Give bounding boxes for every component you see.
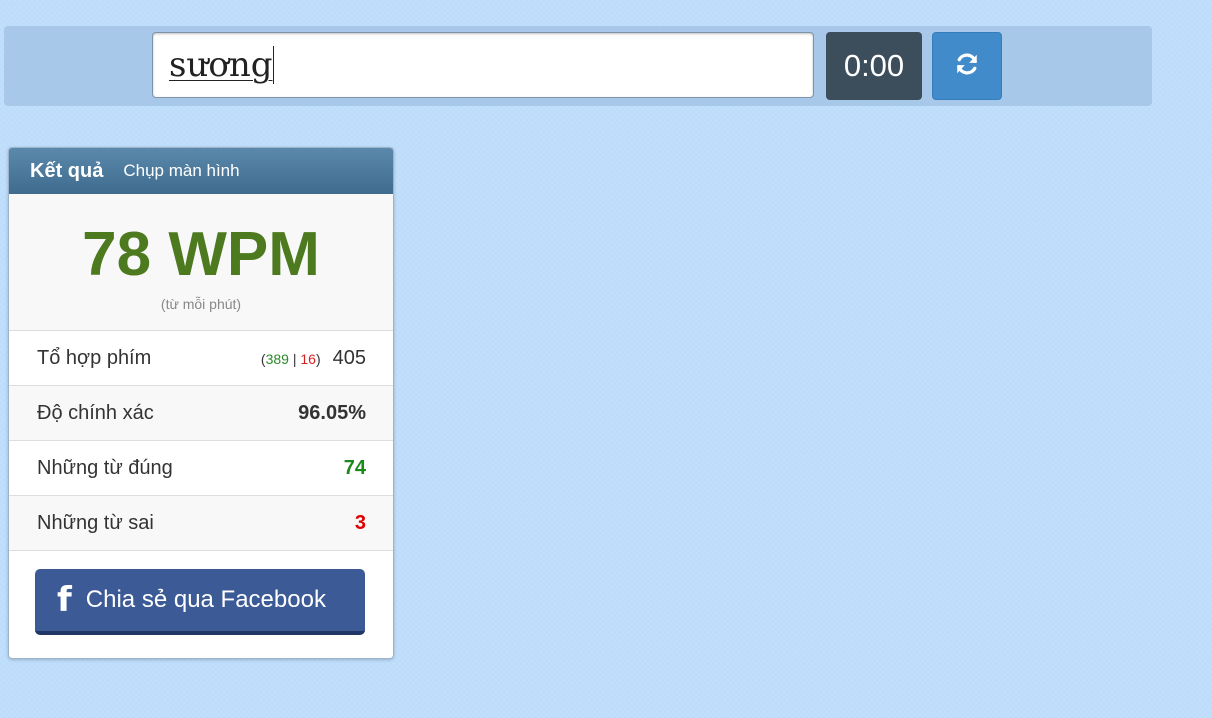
typed-text: sương xyxy=(169,45,273,85)
keystrokes-row: Tổ hợp phím (389 | 16) 405 xyxy=(9,331,393,386)
text-caret xyxy=(273,46,275,84)
typing-bar: sương 0:00 xyxy=(4,26,1152,106)
keystrokes-values: (389 | 16) 405 xyxy=(261,347,366,370)
keystrokes-total: 405 xyxy=(332,346,366,369)
facebook-share-button[interactable]: f Chia sẻ qua Facebook xyxy=(35,569,365,635)
wpm-block: 78 WPM (từ mỗi phút) xyxy=(9,194,393,331)
keystrokes-wrong: 16 xyxy=(300,350,316,367)
wpm-value: 78 WPM xyxy=(82,220,320,289)
screenshot-link[interactable]: Chụp màn hình xyxy=(123,161,239,181)
keystrokes-breakdown: (389 | 16) xyxy=(260,350,321,367)
typing-input[interactable]: sương xyxy=(152,32,814,98)
wrong-words-row: Những từ sai 3 xyxy=(9,496,393,551)
result-title: Kết quả xyxy=(30,159,104,182)
wrong-words-label: Những từ sai xyxy=(37,511,154,534)
result-header: Kết quả Chụp màn hình xyxy=(9,148,393,194)
wrong-words-value: 3 xyxy=(354,511,366,534)
timer: 0:00 xyxy=(826,32,922,100)
wpm-caption: (từ mỗi phút) xyxy=(160,296,242,312)
facebook-icon: f xyxy=(57,580,72,620)
reset-button[interactable] xyxy=(932,32,1002,100)
refresh-icon xyxy=(954,51,980,82)
keystrokes-correct: 389 xyxy=(265,350,289,367)
correct-words-value: 74 xyxy=(343,456,366,479)
facebook-share-label: Chia sẻ qua Facebook xyxy=(85,586,326,613)
accuracy-value: 96.05% xyxy=(298,401,366,424)
accuracy-row: Độ chính xác 96.05% xyxy=(9,386,393,441)
keystrokes-label: Tổ hợp phím xyxy=(37,346,152,369)
accuracy-label: Độ chính xác xyxy=(37,401,154,424)
correct-words-label: Những từ đúng xyxy=(37,456,173,479)
result-panel: Kết quả Chụp màn hình 78 WPM (từ mỗi phú… xyxy=(8,147,394,659)
correct-words-row: Những từ đúng 74 xyxy=(9,441,393,496)
